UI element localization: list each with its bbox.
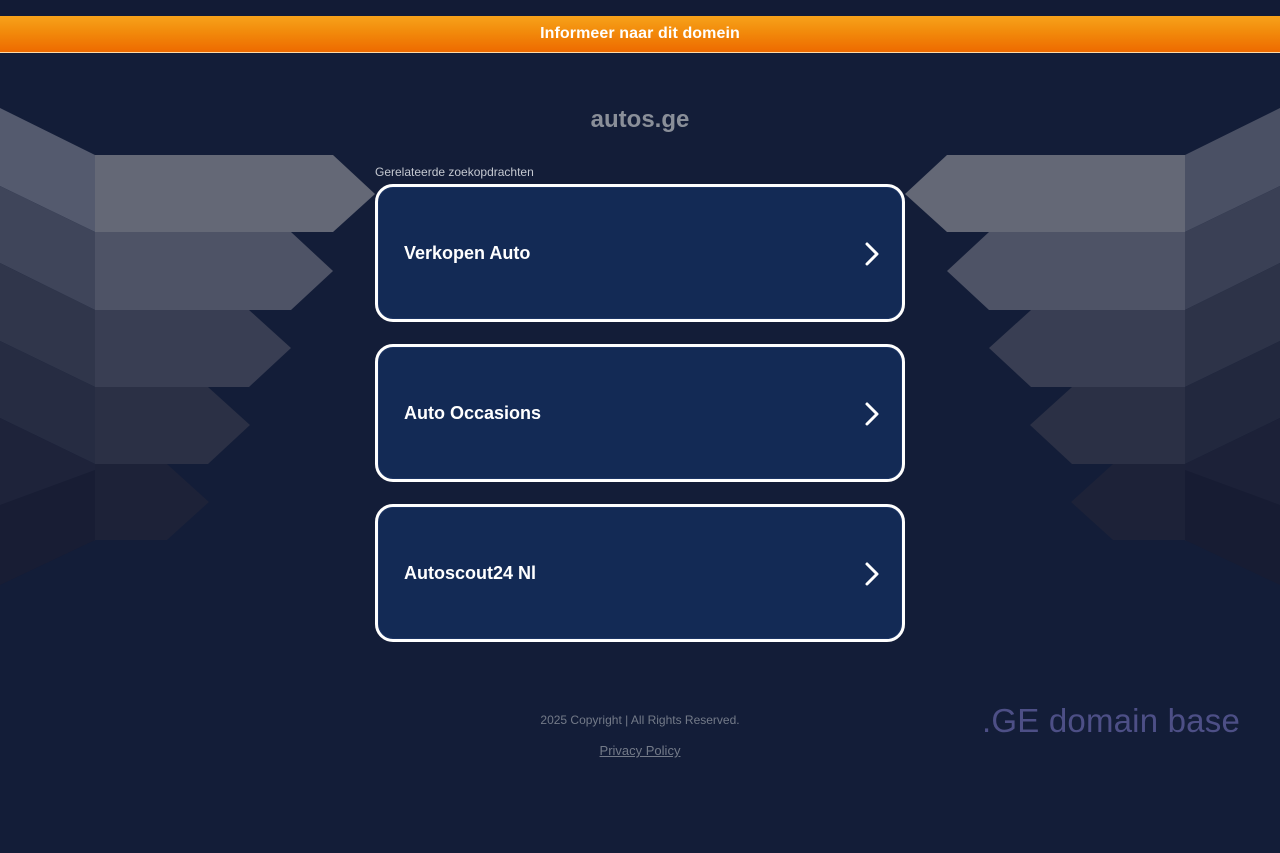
inquire-domain-banner[interactable]: Informeer naar dit domein (0, 16, 1280, 53)
related-search-label[interactable]: Auto Occasions (404, 347, 541, 479)
inquire-domain-label[interactable]: Informeer naar dit domein (540, 25, 740, 43)
related-searches-heading: Gerelateerde zoekopdrachten (375, 165, 534, 179)
chevron-right-icon (865, 242, 879, 266)
parked-domain-page: Informeer naar dit domein autos.ge Gerel… (0, 0, 1280, 853)
chevron-right-icon (865, 402, 879, 426)
related-search-link[interactable]: Verkopen Auto (375, 184, 905, 322)
brand-logo-text: .GE domain base (982, 702, 1240, 739)
domain-title: autos.ge (590, 106, 690, 133)
privacy-policy-link[interactable]: Privacy Policy (600, 743, 681, 758)
privacy-policy-container: Privacy Policy (0, 743, 1280, 758)
related-search-label[interactable]: Verkopen Auto (404, 187, 530, 319)
related-search-label[interactable]: Autoscout24 Nl (404, 507, 536, 639)
related-search-link[interactable]: Autoscout24 Nl (375, 504, 905, 642)
related-search-link[interactable]: Auto Occasions (375, 344, 905, 482)
chevron-right-icon (865, 562, 879, 586)
